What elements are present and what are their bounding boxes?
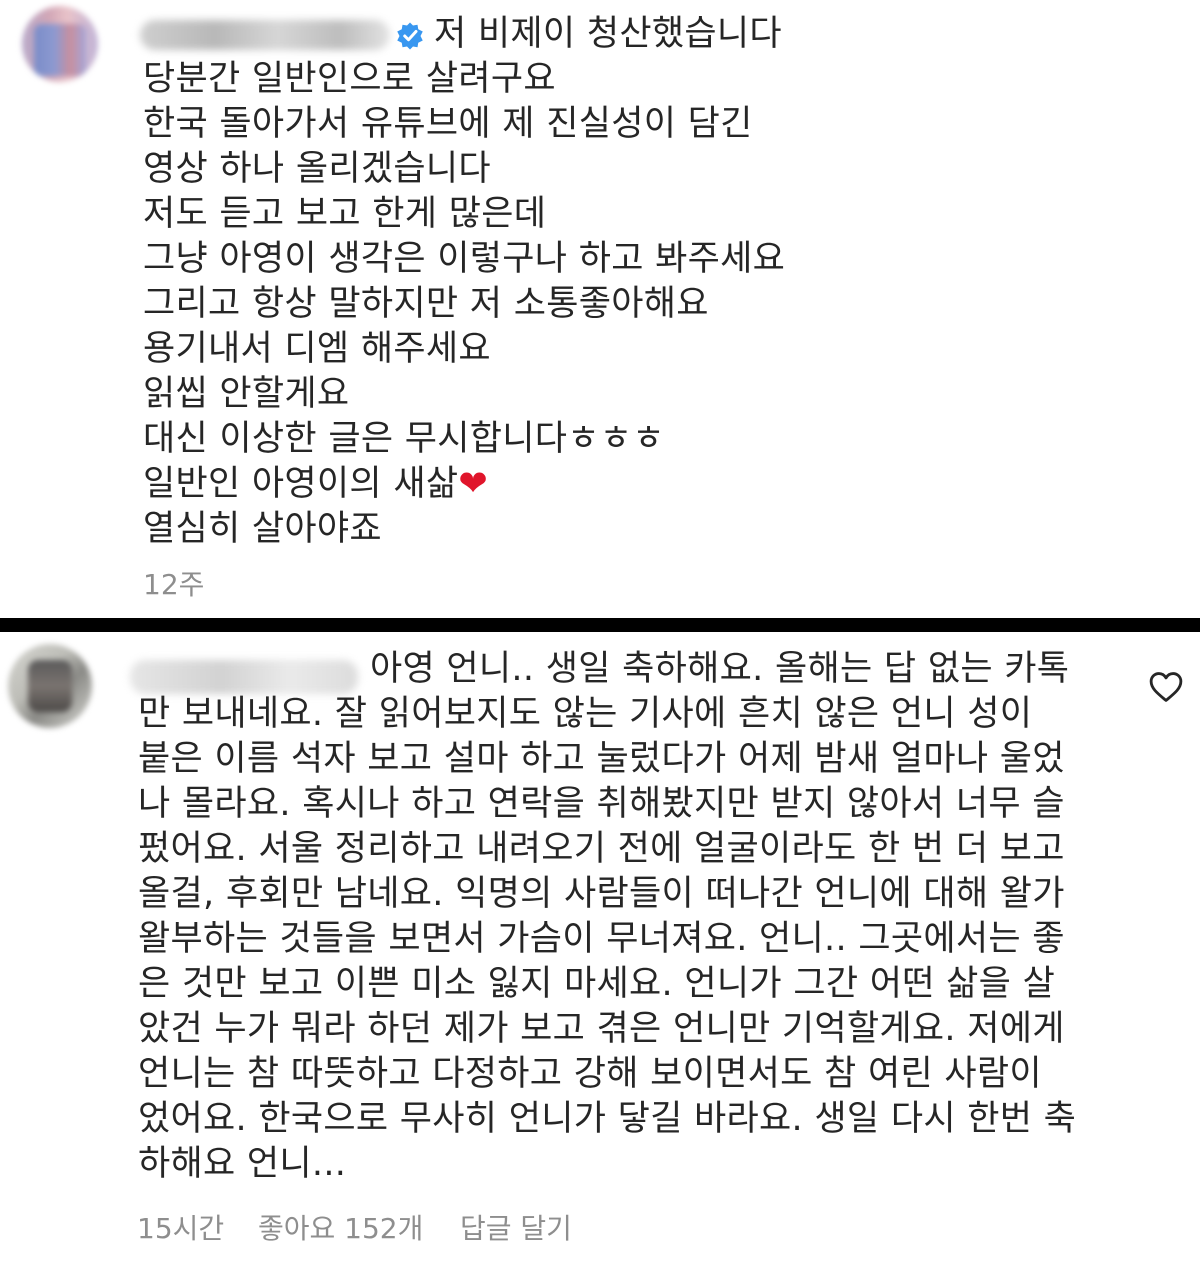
comment-line: 은 것만 보고 이쁜 미소 잃지 마세요. 언니가 그간 어떤 삶을 살 bbox=[138, 964, 1056, 1004]
comment-line: 그리고 항상 말하지만 저 소통좋아해요 bbox=[143, 284, 709, 324]
comment-line: 올걸, 후회만 남네요. 익명의 사람들이 떠나간 언니에 대해 왈가 bbox=[138, 874, 1065, 914]
comment-line: 한국 돌아가서 유튜브에 제 진실성이 담긴 bbox=[143, 104, 753, 144]
comment-line: 그냥 아영이 생각은 이렇구나 하고 봐주세요 bbox=[143, 239, 786, 279]
username-blurred[interactable] bbox=[140, 20, 390, 50]
comment-line: 열심히 살아야죠 bbox=[143, 509, 382, 549]
avatar[interactable] bbox=[8, 644, 92, 728]
comment-line: 저도 듣고 보고 한게 많은데 bbox=[143, 194, 547, 234]
comment-line: 당분간 일반인으로 살려구요 bbox=[143, 59, 556, 99]
comment-line: 었어요. 한국으로 무사히 언니가 닿길 바라요. 생일 다시 한번 축 bbox=[138, 1099, 1077, 1139]
comment-line: 읽씹 안할게요 bbox=[143, 374, 350, 414]
comment-line: 언니는 참 따뜻하고 다정하고 강해 보이면서도 참 여린 사람이 bbox=[138, 1054, 1042, 1094]
comment-line: 하해요 언니... bbox=[138, 1144, 347, 1184]
heart-emoji-icon: ❤ bbox=[458, 464, 488, 504]
likes-count-button[interactable]: 좋아요 152개 bbox=[258, 1207, 423, 1247]
divider bbox=[0, 618, 1200, 632]
avatar[interactable] bbox=[22, 6, 98, 82]
verified-badge-icon bbox=[397, 22, 423, 50]
comment-timestamp[interactable]: 12주 bbox=[143, 563, 204, 603]
comment-line: 왈부하는 것들을 보면서 가슴이 무너져요. 언니.. 그곳에서는 좋 bbox=[138, 919, 1065, 959]
comment-line: 용기내서 디엠 해주세요 bbox=[143, 329, 491, 369]
username-blurred[interactable] bbox=[130, 660, 358, 694]
comment-line: 대신 이상한 글은 무시합니다ㅎㅎㅎ bbox=[143, 419, 665, 459]
comment-line: 펐어요. 서울 정리하고 내려오기 전에 얼굴이라도 한 번 더 보고 bbox=[138, 829, 1065, 869]
comment-line: 일반인 아영이의 새삶 bbox=[143, 464, 459, 504]
comment-line: 영상 하나 올리겠습니다 bbox=[143, 149, 491, 189]
comment-line: 나 몰라요. 혹시나 하고 연락을 취해봤지만 받지 않아서 너무 슬 bbox=[138, 784, 1065, 824]
comment-line: 만 보내네요. 잘 읽어보지도 않는 기사에 흔치 않은 언니 성이 bbox=[138, 694, 1033, 734]
comment-line: 붙은 이름 석자 보고 설마 하고 눌렀다가 어제 밤새 얼마나 울었 bbox=[138, 739, 1065, 779]
comment-line: 았건 누가 뭐라 하던 제가 보고 겪은 언니만 기억할게요. 저에게 bbox=[138, 1009, 1065, 1049]
comment-text-first-line: 아영 언니.. 생일 축하해요. 올해는 답 없는 카톡 bbox=[370, 649, 1070, 689]
heart-outline-icon[interactable] bbox=[1149, 671, 1183, 703]
comment-text: 만 보내네요. 잘 읽어보지도 않는 기사에 흔치 않은 언니 성이 붙은 이름… bbox=[138, 692, 1076, 1187]
comment-text: 당분간 일반인으로 살려구요 한국 돌아가서 유튜브에 제 진실성이 담긴 영상… bbox=[143, 57, 785, 552]
reply-button[interactable]: 답글 달기 bbox=[460, 1207, 572, 1247]
comment-text-first-line: 저 비제이 청산했습니다 bbox=[434, 14, 782, 54]
comment-timestamp[interactable]: 15시간 bbox=[137, 1207, 224, 1247]
